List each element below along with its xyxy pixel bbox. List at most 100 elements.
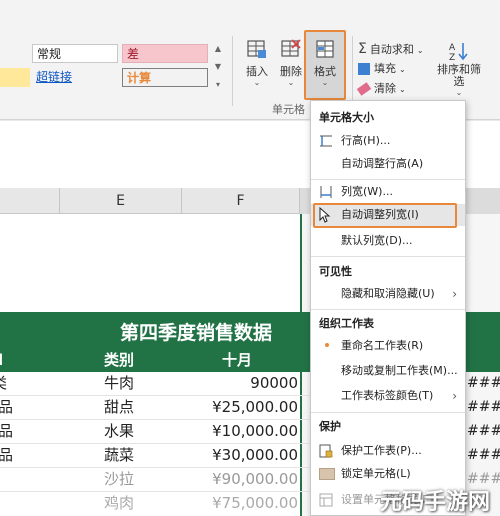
chevron-right-icon: › <box>452 389 457 403</box>
value-cell[interactable]: ¥30,000.00 <box>188 444 298 467</box>
row-stub-header: l <box>0 351 4 369</box>
chevron-down-icon: ⌄ <box>416 46 424 55</box>
lock-cell-icon <box>319 468 335 480</box>
row-stub: 品 <box>0 422 14 440</box>
sigma-icon: Σ <box>358 41 367 57</box>
category-cell[interactable]: 牛肉 <box>104 372 134 395</box>
menu-section-protection: 保护 <box>319 420 341 433</box>
format-button-highlight <box>304 30 346 100</box>
delete-button[interactable]: 删除 ⌄ <box>274 38 308 88</box>
category-cell[interactable]: 沙拉 <box>104 468 134 491</box>
overflow-cell[interactable]: ### <box>467 420 500 443</box>
chevron-down-icon: ⌄ <box>399 85 406 94</box>
menu-item-hide-unhide[interactable]: 隐藏和取消隐藏(U) › <box>311 283 465 305</box>
svg-text:A: A <box>449 43 456 53</box>
insert-button[interactable]: 插入 ⌄ <box>240 38 274 88</box>
protect-sheet-label: 保护工作表(P)... <box>341 444 422 457</box>
column-header-e[interactable]: E <box>60 188 182 214</box>
autosum-button[interactable]: Σ 自动求和 ⌄ <box>358 40 424 58</box>
category-cell[interactable]: 甜点 <box>104 396 134 419</box>
fill-down-icon <box>358 63 370 75</box>
hide-unhide-label: 隐藏和取消隐藏(U) <box>341 287 435 300</box>
watermark: 元码手游网 <box>380 490 491 515</box>
ribbon-separator <box>352 36 353 106</box>
delete-cells-icon <box>281 39 301 57</box>
menu-item-lock-cell[interactable]: 锁定单元格(L) <box>311 463 465 485</box>
category-cell[interactable]: 鸡肉 <box>104 492 134 515</box>
chevron-right-icon: › <box>452 287 457 301</box>
value-cell[interactable]: ¥10,000.00 <box>188 420 298 443</box>
row-stub: 品 <box>0 446 14 464</box>
value-cell[interactable]: ¥90,000.00 <box>188 468 298 491</box>
fill-button[interactable]: 填充 ⌄ <box>358 60 406 78</box>
column-width-label: 列宽(W)... <box>341 185 393 198</box>
month-header: 十月 <box>222 351 253 369</box>
row-height-icon <box>320 135 332 147</box>
overflow-cell[interactable]: ### <box>467 372 500 395</box>
menu-divider <box>311 412 465 413</box>
sort-filter-button[interactable]: A Z 排序和筛选 ⌄ <box>432 40 486 98</box>
category-header: 类别 <box>104 351 135 369</box>
svg-text:Z: Z <box>449 53 455 62</box>
ribbon-separator <box>232 36 233 106</box>
menu-divider <box>311 309 465 310</box>
menu-item-default-width[interactable]: 默认列宽(D)... <box>311 230 465 252</box>
autosum-label: 自动求和 <box>369 43 414 56</box>
style-yellow-swatch[interactable] <box>0 68 30 87</box>
overflow-cell[interactable]: ### <box>467 444 500 467</box>
insert-label: 插入 <box>246 65 268 78</box>
sort-az-icon: A Z <box>449 43 468 62</box>
style-calculation[interactable]: 计算 <box>122 68 208 87</box>
delete-label: 删除 <box>280 65 302 78</box>
menu-section-organize: 组织工作表 <box>319 317 374 330</box>
style-hyperlink[interactable]: 超链接 <box>32 68 118 87</box>
menu-item-column-width[interactable]: 列宽(W)... <box>311 181 465 203</box>
fill-label: 填充 <box>374 62 396 75</box>
bullet-icon <box>325 343 329 347</box>
protect-sheet-icon <box>319 444 333 458</box>
menu-section-cell-size: 单元格大小 <box>319 111 374 124</box>
column-header-d[interactable] <box>0 188 60 214</box>
format-cells-icon <box>319 493 333 507</box>
format-dropdown-menu: 单元格大小 行高(H)... 自动调整行高(A) 列宽(W)... 自动调整列宽… <box>310 100 466 516</box>
style-bad[interactable]: 差 <box>122 44 208 63</box>
insert-cells-icon <box>247 40 266 58</box>
overflow-cell[interactable]: ### <box>467 396 500 419</box>
row-stub: 品 <box>0 398 14 416</box>
style-normal[interactable]: 常规 <box>32 44 118 63</box>
menu-item-autofit-row-height[interactable]: 自动调整行高(A) <box>311 153 465 175</box>
column-header-f[interactable]: F <box>182 188 300 214</box>
row-height-label: 行高(H)... <box>341 134 391 147</box>
menu-item-row-height[interactable]: 行高(H)... <box>311 130 465 152</box>
menu-item-tab-color[interactable]: 工作表标签颜色(T) › <box>311 385 465 407</box>
tab-color-label: 工作表标签颜色(T) <box>341 389 434 402</box>
styles-scroll-down[interactable]: ▼ <box>212 62 224 76</box>
sheet-title: 第四季度销售数据 <box>120 322 273 344</box>
column-width-icon <box>320 186 332 198</box>
autofit-row-height-label: 自动调整行高(A) <box>341 157 424 170</box>
row-stub: 类 <box>0 372 7 395</box>
value-cell[interactable]: ¥75,000.00 <box>188 492 298 515</box>
clear-button[interactable]: 清除 ⌄ <box>356 80 406 98</box>
styles-expand[interactable]: ▾ <box>212 80 224 94</box>
move-copy-sheet-label: 移动或复制工作表(M)... <box>341 364 458 377</box>
autofit-column-width-highlight <box>313 203 457 228</box>
menu-divider <box>311 179 465 180</box>
menu-item-protect-sheet[interactable]: 保护工作表(P)... <box>311 440 465 462</box>
default-width-label: 默认列宽(D)... <box>341 234 413 247</box>
chevron-down-icon: ⌄ <box>455 88 463 97</box>
sort-filter-label: 排序和筛选 <box>437 63 481 88</box>
menu-section-visibility: 可见性 <box>319 265 352 278</box>
category-cell[interactable]: 蔬菜 <box>104 444 134 467</box>
menu-item-move-copy-sheet[interactable]: 移动或复制工作表(M)... <box>311 360 465 382</box>
value-cell[interactable]: 90000 <box>188 372 298 395</box>
menu-divider <box>311 256 465 257</box>
eraser-icon <box>356 82 372 96</box>
chevron-down-icon: ⌄ <box>253 78 261 87</box>
chevron-down-icon: ⌄ <box>287 78 295 87</box>
category-cell[interactable]: 水果 <box>104 420 134 443</box>
rename-sheet-label: 重命名工作表(R) <box>341 339 424 352</box>
styles-scroll-up[interactable]: ▲ <box>212 44 224 58</box>
value-cell[interactable]: ¥25,000.00 <box>188 396 298 419</box>
menu-item-rename-sheet[interactable]: 重命名工作表(R) <box>311 335 465 357</box>
